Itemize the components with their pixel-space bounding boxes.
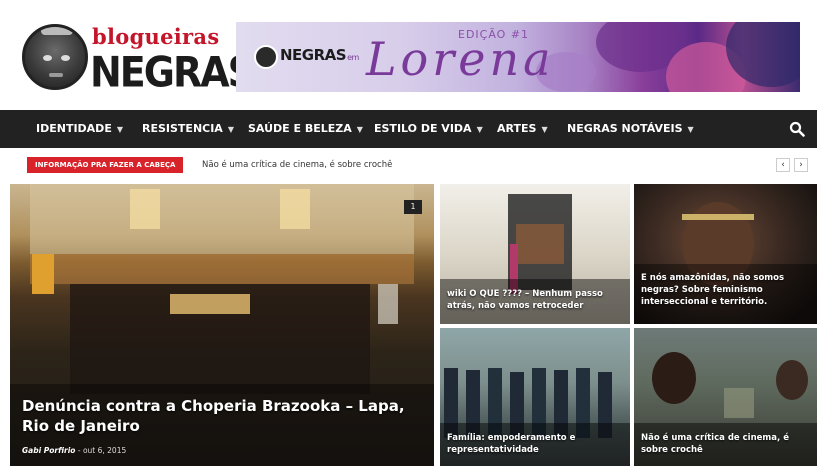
nav-item-identidade[interactable]: IDENTIDADE ▼ <box>36 110 123 148</box>
post-card[interactable]: Família: empoderamento e representativid… <box>440 328 630 466</box>
logo-text-top: blogueiras <box>92 24 220 49</box>
post-meta: Gabi Porfirio - out 6, 2015 <box>22 446 127 455</box>
featured-post[interactable]: 1 Denúncia contra a Choperia Brazooka – … <box>10 184 434 466</box>
post-card[interactable]: Não é uma crítica de cinema, é sobre cro… <box>634 328 817 466</box>
banner-edition: EDIÇÃO #1 <box>458 28 530 41</box>
chevron-down-icon: ▼ <box>356 125 363 134</box>
comment-count-badge: 1 <box>404 200 422 214</box>
nav-item-resistencia[interactable]: RESISTENCIA ▼ <box>142 110 234 148</box>
featured-post-title[interactable]: Denúncia contra a Choperia Brazooka – La… <box>22 396 422 436</box>
main-navigation: IDENTIDADE ▼ RESISTENCIA ▼ SAÚDE E BELEZA ▼… <box>0 110 817 148</box>
news-ticker: INFORMAÇÃO PRA FAZER A CABEÇA Não é uma … <box>0 148 817 182</box>
post-title[interactable]: Família: empoderamento e representativid… <box>447 432 623 456</box>
site-logo[interactable]: blogueiras NEGRAS <box>22 20 255 100</box>
chevron-down-icon: ▼ <box>476 125 483 134</box>
ticker-next-button[interactable]: › <box>794 158 808 172</box>
header-banner[interactable]: NEGRASem Lorena EDIÇÃO #1 <box>236 22 800 92</box>
post-title[interactable]: Não é uma crítica de cinema, é sobre cro… <box>641 432 817 456</box>
nav-item-estilo-de-vida[interactable]: ESTILO DE VIDA ▼ <box>374 110 483 148</box>
nav-item-saude-e-beleza[interactable]: SAÚDE E BELEZA ▼ <box>248 110 363 148</box>
site-header: blogueiras NEGRAS NEGRASem Lorena EDIÇÃO… <box>0 0 817 110</box>
chevron-down-icon: ▼ <box>227 125 234 134</box>
chevron-down-icon: ▼ <box>687 125 694 134</box>
banner-brand: NEGRASem <box>280 46 359 64</box>
chevron-down-icon: ▼ <box>116 125 123 134</box>
post-card[interactable]: wiki O QUE ???? – Nenhum passo atrás, nã… <box>440 184 630 324</box>
post-title[interactable]: E nós amazônidas, não somos negras? Sobr… <box>641 272 817 308</box>
logo-text-main: NEGRAS <box>90 48 255 97</box>
banner-logo-icon <box>254 45 278 69</box>
post-card[interactable]: E nós amazônidas, não somos negras? Sobr… <box>634 184 817 324</box>
post-author[interactable]: Gabi Porfirio <box>22 446 75 455</box>
nav-item-negras-notaveis[interactable]: NEGRAS NOTÁVEIS ▼ <box>567 110 694 148</box>
post-date: out 6, 2015 <box>82 446 127 455</box>
post-title[interactable]: wiki O QUE ???? – Nenhum passo atrás, nã… <box>447 288 623 312</box>
ticker-prev-button[interactable]: ‹ <box>776 158 790 172</box>
search-icon[interactable] <box>789 121 805 137</box>
chevron-down-icon: ▼ <box>541 125 548 134</box>
logo-portrait <box>22 24 88 90</box>
ticker-badge: INFORMAÇÃO PRA FAZER A CABEÇA <box>27 157 184 173</box>
nav-item-artes[interactable]: ARTES ▼ <box>497 110 548 148</box>
ticker-headline[interactable]: Não é uma crítica de cinema, é sobre cro… <box>202 157 392 173</box>
